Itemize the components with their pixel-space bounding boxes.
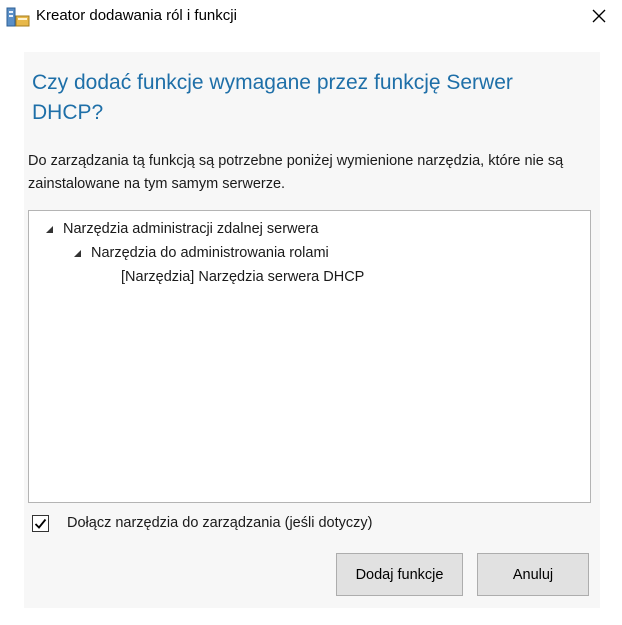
features-tree[interactable]: Narzędzia administracji zdalnej serwera …	[28, 210, 591, 503]
close-icon	[592, 9, 606, 23]
cancel-button[interactable]: Anuluj	[477, 553, 589, 596]
dialog-heading: Czy dodać funkcje wymagane przez funkcję…	[32, 71, 513, 124]
tree-item-label: [Narzędzia] Narzędzia serwera DHCP	[121, 269, 365, 285]
tree-item-dhcp-tools[interactable]: [Narzędzia] Narzędzia serwera DHCP	[121, 266, 364, 288]
server-manager-icon	[6, 7, 30, 27]
include-tools-checkbox[interactable]	[32, 514, 49, 532]
expanded-arrow-icon[interactable]	[43, 223, 55, 235]
expanded-arrow-icon[interactable]	[71, 247, 83, 259]
add-features-button[interactable]: Dodaj funkcje	[336, 553, 463, 596]
checkmark-icon	[34, 518, 47, 529]
tree-item-label: Narzędzia do administrowania rolami	[91, 245, 329, 261]
dialog-description: Do zarządzania tą funkcją są potrzebne p…	[28, 153, 564, 192]
tree-item-remote-admin-tools[interactable]: Narzędzia administracji zdalnej serwera	[43, 218, 318, 240]
title-bar: Kreator dodawania ról i funkcji	[0, 0, 622, 36]
include-tools-label[interactable]: Dołącz narzędzia do zarządzania (jeśli d…	[67, 515, 372, 531]
close-button[interactable]	[576, 0, 622, 32]
tree-item-role-admin-tools[interactable]: Narzędzia do administrowania rolami	[71, 242, 329, 264]
include-tools-option[interactable]: Dołącz narzędzia do zarządzania (jeśli d…	[32, 512, 372, 534]
tree-item-label: Narzędzia administracji zdalnej serwera	[63, 221, 319, 237]
window-title: Kreator dodawania ról i funkcji	[36, 7, 237, 24]
